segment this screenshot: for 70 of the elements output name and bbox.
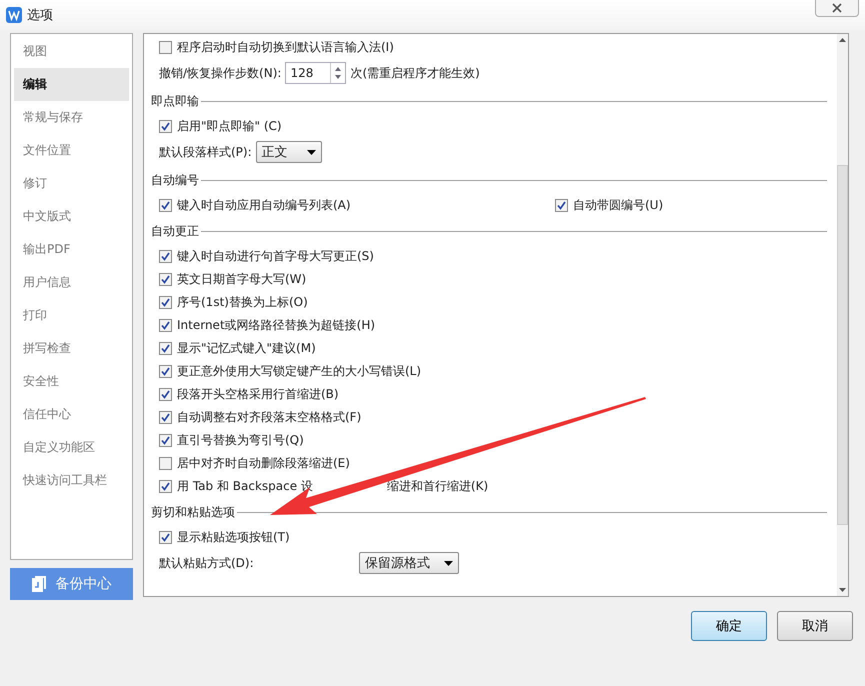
section-title: 自动更正: [151, 222, 199, 240]
sidebar-item[interactable]: 常规与保存: [14, 101, 129, 134]
checkbox[interactable]: [159, 41, 172, 54]
scroll-up-icon[interactable]: [839, 38, 846, 42]
checkbox-label: 缩进和首行缩进(K): [386, 478, 488, 495]
field-label: 默认粘贴方式(D):: [159, 554, 255, 572]
checkbox-label: 段落开头空格采用行首缩进(B): [177, 386, 339, 403]
checkbox-label: 自动带圆编号(U): [573, 197, 664, 214]
backup-center-button[interactable]: 备份中心: [10, 568, 133, 600]
section-title: 即点即输: [151, 92, 199, 110]
checkbox[interactable]: [159, 120, 172, 133]
section-title: 自动编号: [151, 172, 199, 188]
checkbox[interactable]: [159, 199, 172, 212]
checkbox[interactable]: [159, 273, 172, 286]
checkbox[interactable]: [159, 434, 172, 447]
checkbox-label: 英文日期首字母大写(W): [177, 271, 306, 288]
checkbox-label: 键入时自动进行句首字母大写更正(S): [177, 248, 374, 265]
checkbox-label: 程序启动时自动切换到默认语言输入法(I): [177, 39, 394, 56]
sidebar-item[interactable]: 用户信息: [14, 266, 129, 299]
checkbox-label: 显示粘贴选项按钮(T): [177, 529, 290, 546]
checkbox-label: 居中对齐时自动删除段落缩进(E): [177, 455, 350, 472]
checkbox[interactable]: [159, 388, 172, 401]
sidebar-item[interactable]: 打印: [14, 299, 129, 332]
checkbox-label: 更正意外使用大写锁定键产生的大小写错误(L): [177, 363, 422, 380]
checkbox[interactable]: [159, 342, 172, 355]
sidebar-item[interactable]: 信任中心: [14, 398, 129, 431]
sidebar-item[interactable]: 编辑: [14, 68, 129, 101]
checkbox[interactable]: [159, 531, 172, 544]
section-title: 剪切和粘贴选项: [151, 504, 235, 520]
checkbox-label: 直引号替换为弯引号(Q): [177, 432, 304, 449]
checkbox[interactable]: [159, 411, 172, 424]
dropdown[interactable]: 正文: [256, 141, 322, 163]
sidebar-item[interactable]: 修订: [14, 167, 129, 200]
sidebar-item[interactable]: 安全性: [14, 365, 129, 398]
number-spinner[interactable]: 128: [285, 62, 346, 84]
checkbox-label: 启用"即点即输" (C): [177, 118, 282, 135]
sidebar-item[interactable]: 中文版式: [14, 200, 129, 233]
checkbox-label: 序号(1st)替换为上标(O): [177, 294, 308, 311]
checkbox-label: 显示"记忆式键入"建议(M): [177, 340, 316, 357]
field-label: 撤销/恢复操作步数(N):: [159, 64, 282, 82]
checkbox[interactable]: [159, 457, 172, 470]
close-button[interactable]: [815, 0, 859, 17]
document-icon: [32, 576, 46, 592]
close-icon: [832, 3, 842, 13]
scrollbar[interactable]: [837, 34, 848, 596]
sidebar-item[interactable]: 文件位置: [14, 134, 129, 167]
checkbox[interactable]: [555, 199, 568, 212]
dialog-button[interactable]: 取消: [777, 611, 853, 641]
field-label: 默认段落样式(P):: [159, 144, 252, 160]
checkbox-label: 自动调整右对齐段落末空格格式(F): [177, 409, 362, 426]
caret-icon: [444, 560, 453, 566]
dialog-button[interactable]: 确定: [691, 611, 767, 641]
window-title: 选项: [27, 7, 53, 24]
checkbox[interactable]: [159, 296, 172, 309]
scroll-down-icon[interactable]: [839, 588, 846, 592]
checkbox[interactable]: [159, 250, 172, 263]
field-note: 次(需重启程序才能生效): [350, 64, 480, 82]
checkbox[interactable]: [159, 365, 172, 378]
sidebar-item[interactable]: 快速访问工具栏: [14, 464, 129, 497]
caret-icon: [306, 150, 316, 154]
checkbox-label: Internet或网络路径替换为超链接(H): [177, 317, 376, 334]
checkbox[interactable]: [159, 480, 172, 493]
dropdown[interactable]: 保留源格式: [359, 552, 459, 574]
app-logo-icon: [6, 7, 22, 23]
sidebar-item[interactable]: 视图: [14, 35, 129, 68]
checkbox[interactable]: [159, 319, 172, 332]
sidebar-item[interactable]: 自定义功能区: [14, 431, 129, 464]
sidebar-item[interactable]: 拼写检查: [14, 332, 129, 365]
checkbox-label: 键入时自动应用自动编号列表(A): [177, 197, 351, 214]
sidebar-item[interactable]: 输出PDF: [14, 233, 129, 266]
